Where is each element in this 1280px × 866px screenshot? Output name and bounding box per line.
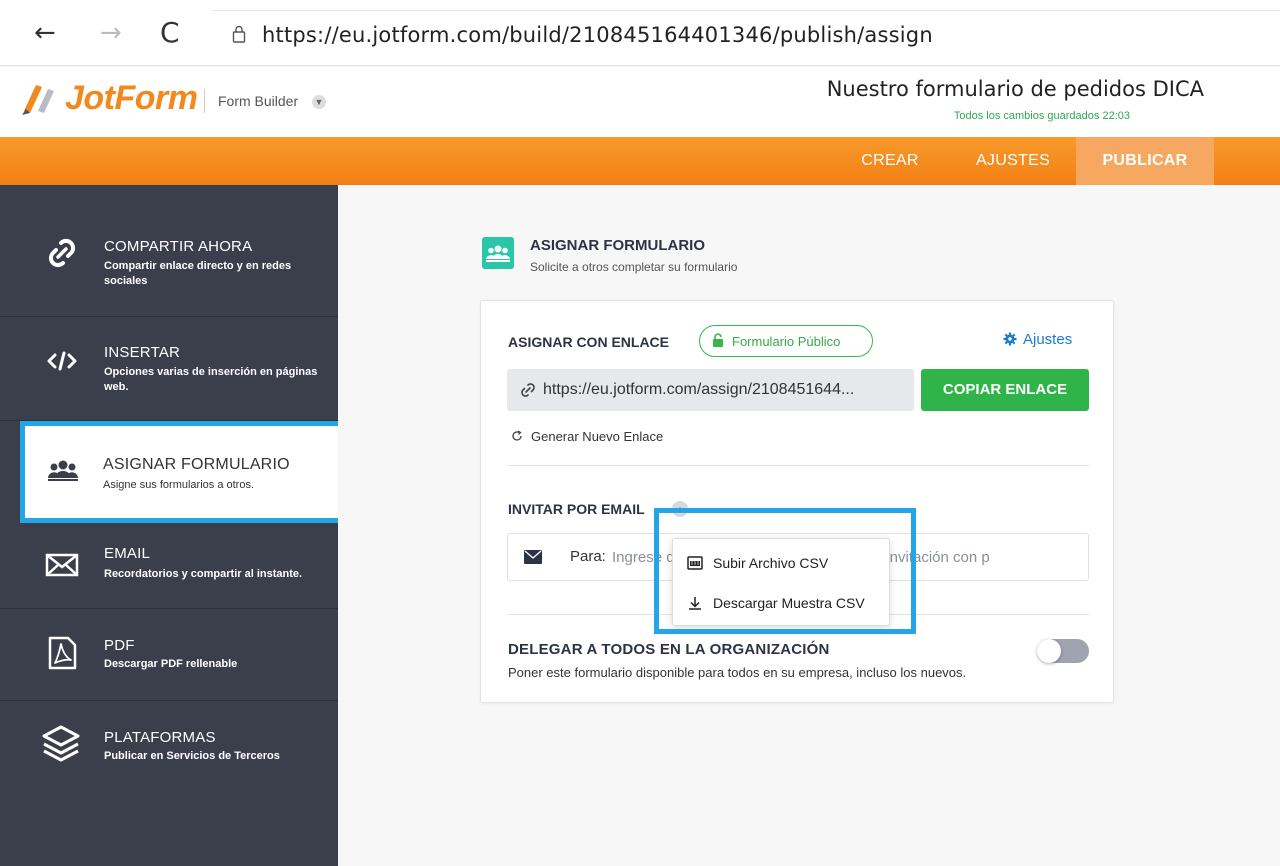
sidebar-item-pdf[interactable]: PDF Descargar PDF rellenable	[0, 609, 338, 701]
sidebar-item-plataformas[interactable]: PLATAFORMAS Publicar en Servicios de Ter…	[0, 701, 338, 805]
back-icon[interactable]: ←	[34, 18, 56, 48]
sidebar-item-title: ASIGNAR FORMULARIO	[103, 456, 290, 473]
browser-toolbar: ← → C https://eu.jotform.com/build/21084…	[0, 0, 1280, 66]
public-form-badge[interactable]: Formulario Público	[699, 325, 873, 357]
toggle-knob	[1037, 639, 1061, 663]
sidebar-item-title: INSERTAR	[104, 344, 181, 361]
lock-icon	[713, 333, 723, 347]
logo-divider	[204, 89, 205, 113]
form-builder-label[interactable]: Form Builder	[218, 93, 298, 109]
tab-publicar[interactable]: PUBLICAR	[1076, 137, 1214, 185]
sidebar-item-desc: Opciones varias de inserción en páginas …	[104, 366, 318, 393]
link-icon	[48, 238, 76, 268]
delegate-description: Poner este formulario disponible para to…	[508, 665, 967, 680]
delegate-title: DELEGAR A TODOS EN LA ORGANIZACIÓN	[508, 641, 830, 658]
to-label: Para:	[570, 548, 606, 565]
users-icon	[48, 460, 78, 481]
sidebar-item-desc: Descargar PDF rellenable	[104, 658, 238, 670]
sidebar-item-desc: Asigne sus formularios a otros.	[103, 479, 255, 491]
assign-link-label: ASIGNAR CON ENLACE	[508, 334, 670, 350]
assign-link-field[interactable]: https://eu.jotform.com/assign/2108451644…	[507, 369, 914, 411]
logo-text[interactable]: JotForm	[65, 79, 198, 118]
sidebar-item-title: EMAIL	[104, 545, 151, 562]
forward-icon[interactable]: →	[100, 18, 122, 48]
assign-section-icon	[482, 237, 514, 269]
form-title[interactable]: Nuestro formulario de pedidos DICA	[827, 77, 1204, 101]
sidebar-item-insertar[interactable]: INSERTAR Opciones varias de inserción en…	[0, 317, 338, 421]
site-info-icon[interactable]	[232, 25, 246, 43]
sidebar-item-desc: Recordatorios y compartir al instante.	[104, 568, 303, 580]
code-icon	[47, 351, 77, 371]
settings-link-label: Ajustes	[1023, 331, 1073, 348]
sidebar-item-title: PDF	[104, 637, 135, 654]
section-title: ASIGNAR FORMULARIO	[530, 237, 705, 254]
save-status: Todos los cambios guardados 22:03	[953, 110, 1130, 122]
sidebar-item-desc: Compartir enlace directo y en redes soci…	[104, 260, 292, 287]
section-subtitle: Solicite a otros completar su formulario	[530, 260, 738, 274]
sidebar-item-title: PLATAFORMAS	[104, 729, 216, 746]
tab-ajustes[interactable]: AJUSTES	[958, 137, 1068, 185]
reload-icon[interactable]: C	[160, 18, 180, 48]
envelope-icon	[524, 550, 542, 564]
chevron-down-icon[interactable]: ▼	[312, 95, 326, 109]
regenerate-link[interactable]: Generar Nuevo Enlace	[511, 429, 663, 444]
public-form-badge-label: Formulario Público	[732, 334, 841, 349]
builder-tab-bar: CREAR AJUSTES PUBLICAR	[0, 137, 1280, 185]
tab-crear[interactable]: CREAR	[840, 137, 940, 185]
jotform-logo-icon[interactable]	[20, 81, 60, 117]
refresh-icon	[512, 430, 522, 441]
publish-sidebar: COMPARTIR AHORA Compartir enlace directo…	[0, 185, 346, 866]
sidebar-item-email[interactable]: EMAIL Recordatorios y compartir al insta…	[0, 523, 338, 609]
assign-card: ASIGNAR CON ENLACE Formulario Público Aj…	[480, 300, 1114, 703]
assign-link-text[interactable]: https://eu.jotform.com/assign/2108451644…	[543, 381, 854, 399]
highlight-annotation	[654, 508, 916, 634]
invite-email-label: INVITAR POR EMAIL	[508, 501, 645, 517]
copy-link-button[interactable]: COPIAR ENLACE	[921, 369, 1089, 411]
divider	[507, 465, 1089, 466]
chain-link-icon	[521, 383, 535, 397]
gear-icon	[1003, 332, 1017, 346]
sidebar-item-asignar[interactable]: ASIGNAR FORMULARIO Asigne sus formulario…	[20, 421, 346, 523]
regenerate-link-label: Generar Nuevo Enlace	[531, 429, 664, 444]
delegate-toggle[interactable]	[1037, 639, 1089, 663]
sidebar-item-desc: Publicar en Servicios de Terceros	[104, 750, 280, 762]
sidebar-item-compartir[interactable]: COMPARTIR AHORA Compartir enlace directo…	[0, 185, 338, 317]
app-header: JotForm Form Builder ▼ Nuestro formulari…	[0, 67, 1280, 137]
pdf-icon	[48, 636, 77, 670]
url-text[interactable]: https://eu.jotform.com/build/21084516440…	[262, 23, 933, 47]
layers-icon	[42, 725, 80, 762]
settings-link[interactable]: Ajustes	[1003, 331, 1072, 348]
sidebar-item-title: COMPARTIR AHORA	[104, 238, 253, 255]
address-bar[interactable]: https://eu.jotform.com/build/21084516440…	[212, 10, 1280, 56]
envelope-icon	[45, 553, 79, 577]
